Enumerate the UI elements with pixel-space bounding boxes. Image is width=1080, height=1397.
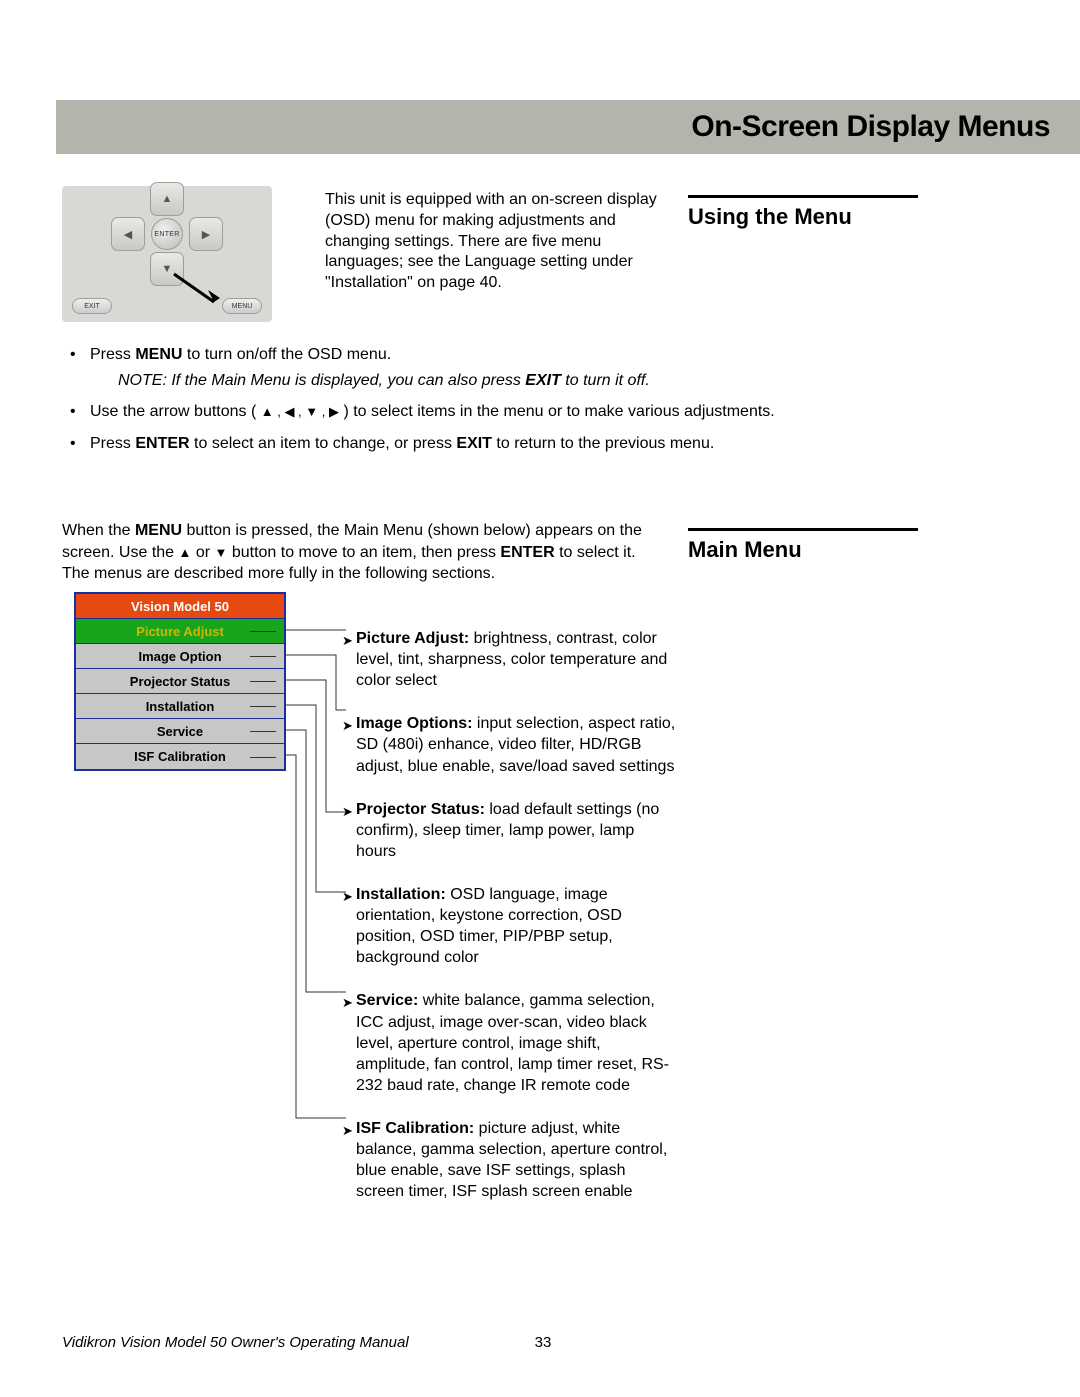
menu-keyword: MENU [135, 346, 182, 363]
bullet-item: Press MENU to turn on/off the OSD menu. … [62, 344, 862, 391]
arrowhead-icon: ➤ [342, 888, 353, 905]
page-title: On-Screen Display Menus [691, 110, 1050, 144]
page-header: On-Screen Display Menus [56, 100, 1080, 154]
osd-menu-title: Vision Model 50 [76, 594, 284, 619]
up-arrow-icon: ▲ [150, 182, 184, 216]
remote-illustration: ▲ ▼ ◀ ▶ ENTER EXIT MENU [62, 186, 272, 322]
description-item: ➤Projector Status: load default settings… [356, 799, 676, 862]
description-item: ➤Service: white balance, gamma selection… [356, 990, 676, 1096]
main-menu-paragraph: When the MENU button is pressed, the Mai… [62, 520, 662, 585]
exit-button-icon: EXIT [72, 298, 112, 314]
osd-menu-item: Projector Status [76, 669, 284, 694]
arrowhead-icon: ➤ [342, 717, 353, 734]
arrow-glyphs: ▲ , ◀ , ▼ , ▶ [261, 404, 339, 419]
bullet-item: Use the arrow buttons ( ▲ , ◀ , ▼ , ▶ ) … [62, 401, 862, 423]
arrowhead-icon: ➤ [342, 803, 353, 820]
instruction-list: Press MENU to turn on/off the OSD menu. … [62, 344, 862, 464]
description-item: ➤Image Options: input selection, aspect … [356, 713, 676, 776]
description-list: ➤Picture Adjust: brightness, contrast, c… [356, 628, 676, 1224]
sidebar-heading-using: Using the Menu [688, 195, 918, 230]
note-text: NOTE: If the Main Menu is displayed, you… [118, 370, 862, 392]
pointer-arrow-icon [170, 270, 230, 310]
osd-menu-item: Image Option [76, 644, 284, 669]
osd-menu-item: Picture Adjust [76, 619, 284, 644]
osd-menu-item: Installation [76, 694, 284, 719]
sidebar-heading-main: Main Menu [688, 528, 918, 563]
left-arrow-icon: ◀ [111, 217, 145, 251]
description-item: ➤Picture Adjust: brightness, contrast, c… [356, 628, 676, 691]
bullet-item: Press ENTER to select an item to change,… [62, 433, 862, 455]
footer-title: Vidikron Vision Model 50 Owner's Operati… [62, 1334, 409, 1351]
description-item: ➤ISF Calibration: picture adjust, white … [356, 1118, 676, 1202]
right-arrow-icon: ▶ [189, 217, 223, 251]
osd-menu-illustration: Vision Model 50 Picture Adjust Image Opt… [74, 592, 286, 771]
osd-menu-item: Service [76, 719, 284, 744]
intro-paragraph: This unit is equipped with an on-screen … [325, 190, 665, 294]
enter-button-icon: ENTER [151, 218, 183, 250]
arrowhead-icon: ➤ [342, 1122, 353, 1139]
page-number: 33 [535, 1334, 552, 1351]
description-item: ➤Installation: OSD language, image orien… [356, 884, 676, 968]
arrowhead-icon: ➤ [342, 994, 353, 1011]
connector-lines [286, 592, 356, 1152]
page-footer: Vidikron Vision Model 50 Owner's Operati… [62, 1334, 1024, 1351]
arrowhead-icon: ➤ [342, 632, 353, 649]
osd-menu-item: ISF Calibration [76, 744, 284, 769]
